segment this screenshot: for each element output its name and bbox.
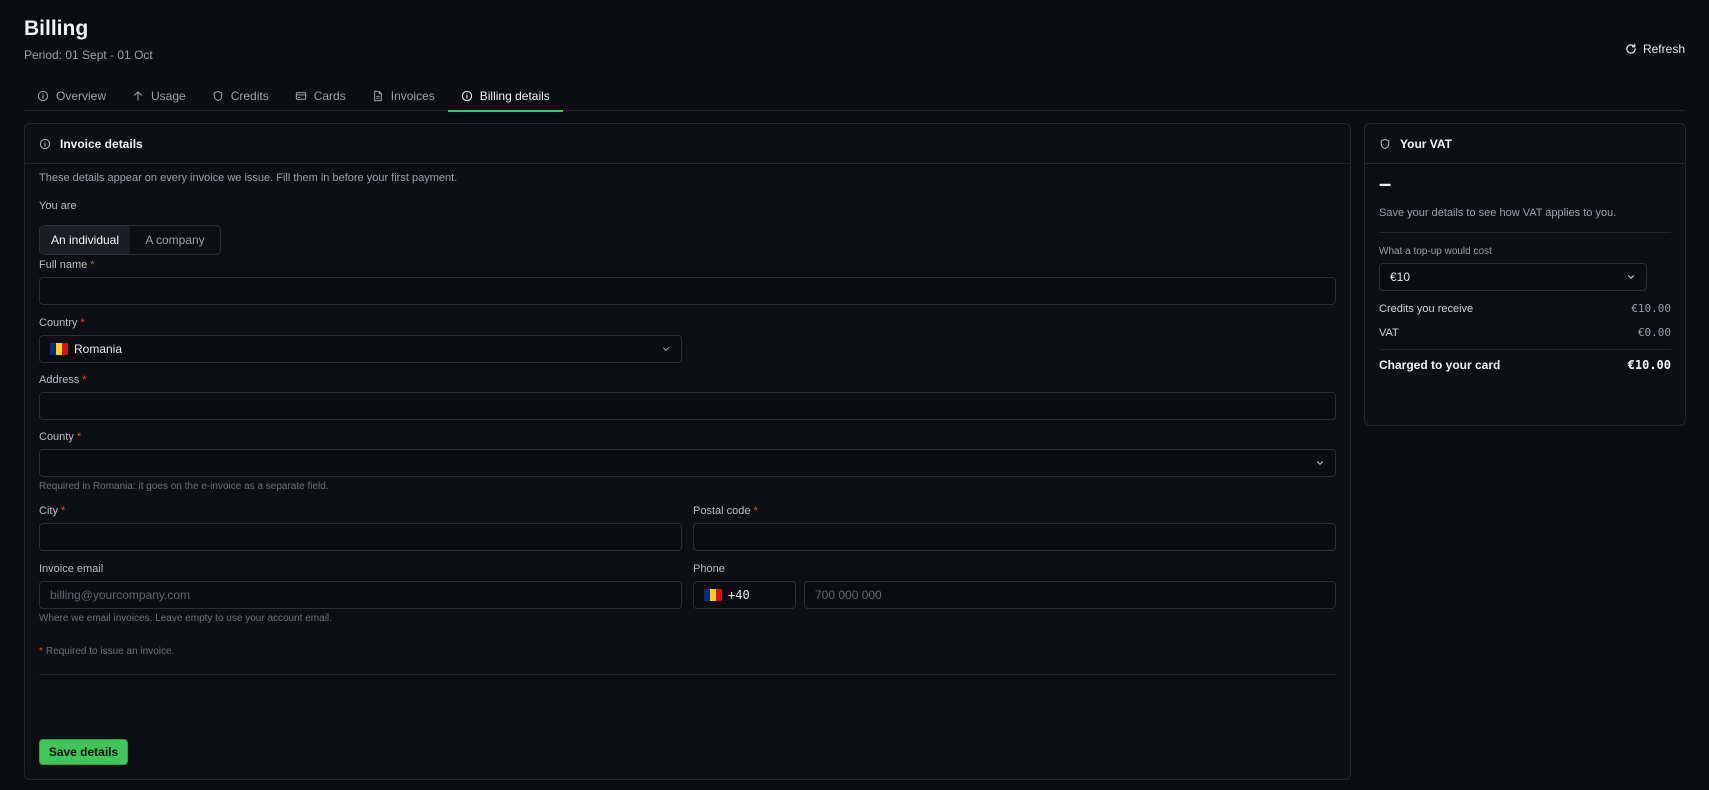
city-input[interactable] [39, 523, 682, 551]
required-marker: * [39, 646, 43, 657]
phone-number-input[interactable]: 700 000 000 [804, 581, 1336, 609]
required-marker: * [60, 505, 66, 517]
billing-tabs: Overview Usage Credits Cards Invoices Bi… [24, 80, 1685, 112]
vat-amount-label: VAT [1379, 326, 1399, 339]
tab-label: Usage [151, 88, 186, 103]
info-icon [37, 90, 49, 102]
romania-flag-icon [50, 343, 68, 355]
entity-type-toggle: An individual A company [39, 225, 221, 255]
required-marker: * [80, 317, 85, 329]
vat-note: Save your details to see how VAT applies… [1379, 207, 1617, 219]
phone-prefix: +40 [728, 588, 750, 602]
tab-billing-details[interactable]: Billing details [447, 80, 563, 112]
invoice-details-intro: These details appear on every invoice we… [39, 172, 458, 184]
invoice-email-input[interactable]: billing@yourcompany.com [39, 581, 682, 609]
billing-period: Period: 01 Sept - 01 Oct [24, 48, 153, 62]
topup-value: €10 [1390, 270, 1411, 284]
phone-label: Phone [693, 563, 725, 575]
romania-flag-icon [704, 589, 722, 601]
invoice-email-hint: Where we email invoices. Leave empty to … [39, 613, 332, 624]
topup-select[interactable]: €10 [1379, 263, 1647, 291]
country-select[interactable]: Romania [39, 335, 682, 363]
tab-invoices[interactable]: Invoices [359, 80, 448, 111]
charged-label: Charged to your card [1379, 358, 1501, 372]
credit-card-icon [295, 90, 307, 102]
refresh-label: Refresh [1642, 42, 1685, 56]
invoice-details-title: Invoice details [60, 136, 143, 151]
invoice-details-card: Invoice details These details appear on … [24, 123, 1351, 780]
page-title: Billing [24, 17, 89, 40]
tab-label: Invoices [390, 88, 435, 103]
required-marker: * [90, 259, 95, 271]
individual-option[interactable]: An individual [40, 226, 130, 254]
required-marker: * [82, 374, 87, 386]
total-divider [1379, 349, 1671, 350]
tab-overview[interactable]: Overview [24, 80, 119, 111]
phone-country-code[interactable]: +40 [693, 581, 796, 609]
vat-rate: – [1379, 171, 1392, 196]
address-input[interactable] [39, 392, 1336, 420]
county-select[interactable] [39, 449, 1336, 477]
tab-credits[interactable]: Credits [199, 80, 282, 111]
required-note: * Required to issue an invoice. [39, 646, 175, 657]
required-marker: * [76, 431, 82, 443]
vat-amount-value: €0.00 [1637, 326, 1671, 339]
city-label: City * [39, 505, 66, 517]
vat-amount-row: VAT €0.00 [1379, 326, 1671, 339]
tab-label: Overview [56, 88, 107, 103]
credits-value: €10.00 [1631, 302, 1671, 315]
country-value: Romania [74, 342, 123, 356]
county-label: County * [39, 431, 82, 443]
you-are-label: You are [39, 200, 77, 212]
credits-label: Credits you receive [1379, 302, 1474, 315]
tab-label: Credits [230, 88, 269, 103]
county-hint: Required in Romania: it goes on the e-in… [39, 481, 329, 492]
shield-icon [1379, 138, 1391, 150]
vat-header: Your VAT [1365, 124, 1685, 164]
postal-code-input[interactable] [693, 523, 1336, 551]
invoice-email-label: Invoice email [39, 563, 104, 575]
arrow-up-icon [132, 90, 144, 102]
invoice-details-header: Invoice details [25, 124, 1350, 164]
full-name-label: Full name * [39, 259, 95, 271]
credits-row: Credits you receive €10.00 [1379, 302, 1671, 315]
save-details-button[interactable]: Save details [39, 739, 128, 765]
vat-card: Your VAT – Save your details to see how … [1364, 123, 1686, 426]
refresh-icon [1625, 43, 1637, 55]
refresh-button[interactable]: Refresh [1625, 42, 1685, 56]
shield-icon [212, 90, 224, 102]
vat-title: Your VAT [1400, 136, 1452, 151]
chevron-down-icon [1317, 461, 1323, 465]
document-icon [372, 90, 384, 102]
full-name-input[interactable] [39, 277, 1336, 305]
company-option[interactable]: A company [130, 226, 220, 254]
tab-label: Cards [313, 88, 346, 103]
address-label: Address * [39, 374, 87, 386]
info-icon [39, 138, 51, 150]
tab-cards[interactable]: Cards [282, 80, 359, 111]
chevron-down-icon [1628, 275, 1634, 279]
tab-usage[interactable]: Usage [119, 80, 199, 111]
form-divider [39, 674, 1336, 675]
vat-divider [1379, 232, 1671, 233]
charged-value: €10.00 [1627, 358, 1671, 372]
info-icon [461, 90, 473, 102]
charged-row: Charged to your card €10.00 [1379, 358, 1671, 372]
tab-label: Billing details [479, 88, 550, 103]
postal-code-label: Postal code * [693, 505, 758, 517]
country-label: Country * [39, 317, 85, 329]
chevron-down-icon [663, 347, 669, 351]
topup-label: What a top-up would cost [1379, 246, 1492, 257]
required-marker: * [753, 505, 758, 517]
